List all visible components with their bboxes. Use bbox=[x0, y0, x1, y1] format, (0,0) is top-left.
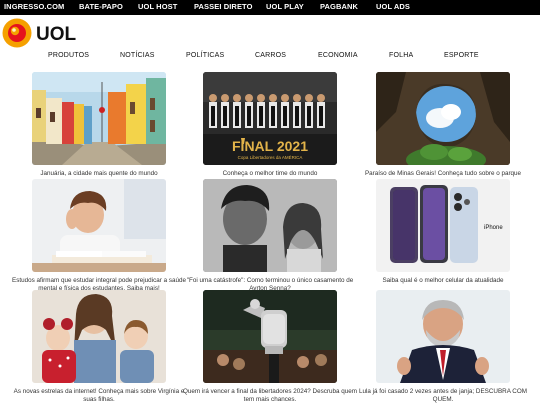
news-caption[interactable]: Conheça o melhor time do mundo bbox=[179, 170, 361, 178]
topbar-link-uol-ads[interactable]: UOL ADS bbox=[376, 2, 410, 11]
black-white-couple-photo[interactable] bbox=[203, 179, 337, 272]
nav-item-politicas[interactable]: POLÍTICAS bbox=[186, 52, 224, 59]
trophy-photo[interactable] bbox=[203, 290, 337, 383]
politician-photo[interactable] bbox=[376, 290, 510, 383]
news-caption[interactable]: Quem irá vencer a final da libertadores … bbox=[179, 388, 361, 403]
news-caption[interactable]: Saiba qual é o melhor celular da atualid… bbox=[352, 277, 534, 285]
nav-item-economia[interactable]: ECONOMIA bbox=[318, 52, 358, 59]
news-caption[interactable]: Lula já foi casado 2 vezes antes de janj… bbox=[352, 388, 534, 403]
iphone-label: iPhone bbox=[484, 225, 503, 231]
news-caption[interactable]: As novas estrelas da internet! Conheça m… bbox=[8, 388, 190, 403]
nav-item-folha[interactable]: FOLHA bbox=[389, 52, 413, 59]
colorful-street-photo[interactable] bbox=[32, 72, 166, 165]
cave-sky-photo[interactable] bbox=[376, 72, 510, 165]
top-links-bar: INGRESSO.COM BATE-PAPO UOL HOST PASSEI D… bbox=[0, 0, 540, 15]
iphone-photo[interactable]: iPhone bbox=[376, 179, 510, 272]
news-caption[interactable]: Paraíso de Minas Gerais! Conheça tudo so… bbox=[352, 170, 534, 178]
topbar-link-uol-host[interactable]: UOL HOST bbox=[138, 2, 177, 11]
topbar-link-passei-direto[interactable]: PASSEI DIRETO bbox=[194, 2, 253, 11]
topbar-link-uol-play[interactable]: UOL PLAY bbox=[266, 2, 304, 11]
uol-logo[interactable]: UOL bbox=[2, 17, 82, 49]
mother-daughters-photo[interactable] bbox=[32, 290, 166, 383]
logo-text: UOL bbox=[36, 24, 77, 45]
nav-item-esporte[interactable]: ESPORTE bbox=[444, 52, 479, 59]
main-nav: PRODUTOS NOTÍCIAS POLÍTICAS CARROS ECONO… bbox=[0, 50, 540, 64]
nav-item-produtos[interactable]: PRODUTOS bbox=[48, 52, 89, 59]
news-caption[interactable]: Januária, a cidade mais quente do mundo bbox=[8, 170, 190, 178]
topbar-link-ingresso[interactable]: INGRESSO.COM bbox=[4, 2, 64, 11]
soccer-team-photo[interactable]: FINAL 2021 Copa Libertadores da AMÉRICA bbox=[203, 72, 337, 165]
tired-student-photo[interactable] bbox=[32, 179, 166, 272]
nav-item-noticias[interactable]: NOTÍCIAS bbox=[120, 52, 155, 59]
nav-item-carros[interactable]: CARROS bbox=[255, 52, 286, 59]
banner-subtitle: Copa Libertadores da AMÉRICA bbox=[238, 154, 303, 160]
topbar-link-pagbank[interactable]: PAGBANK bbox=[320, 2, 358, 11]
topbar-link-bate-papo[interactable]: BATE-PAPO bbox=[79, 2, 123, 11]
